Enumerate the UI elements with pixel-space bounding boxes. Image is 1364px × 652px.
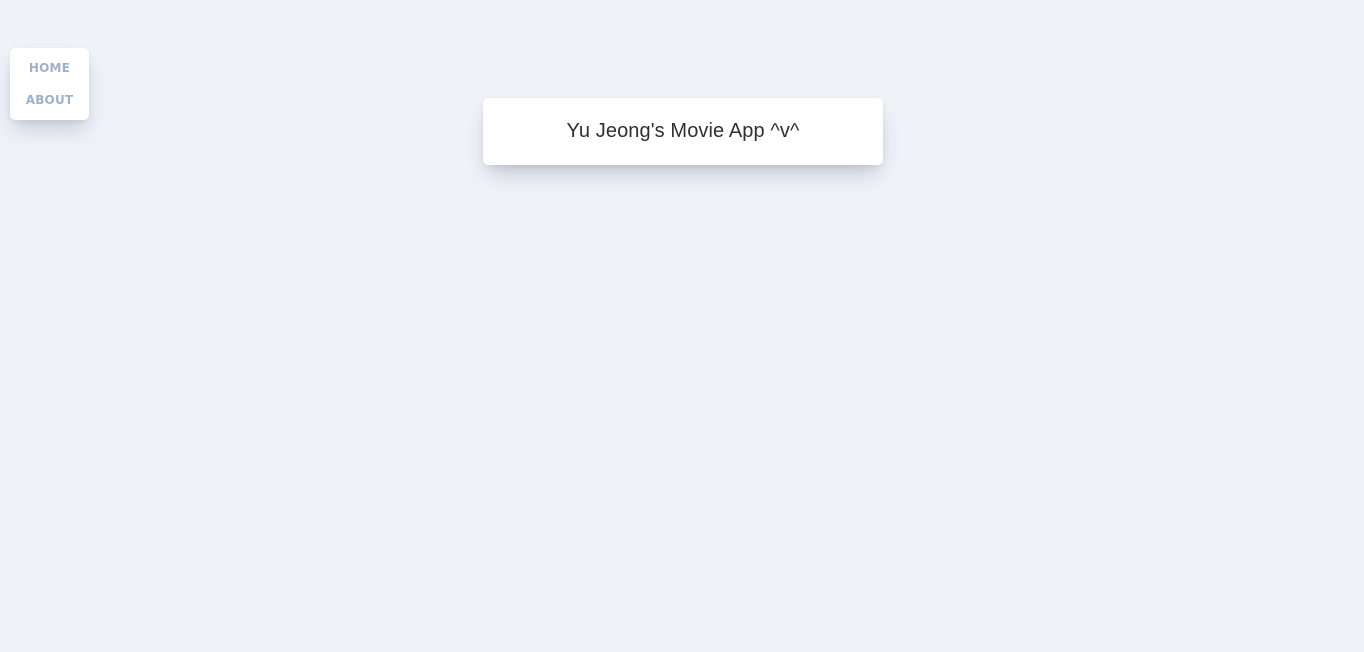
nav-link-home[interactable]: HOME <box>29 60 70 76</box>
navigation-menu: HOME ABOUT <box>10 48 89 120</box>
nav-link-about[interactable]: ABOUT <box>26 92 74 108</box>
page-title: Yu Jeong's Movie App ^v^ <box>566 120 800 142</box>
app-title-card: Yu Jeong's Movie App ^v^ <box>483 98 883 165</box>
